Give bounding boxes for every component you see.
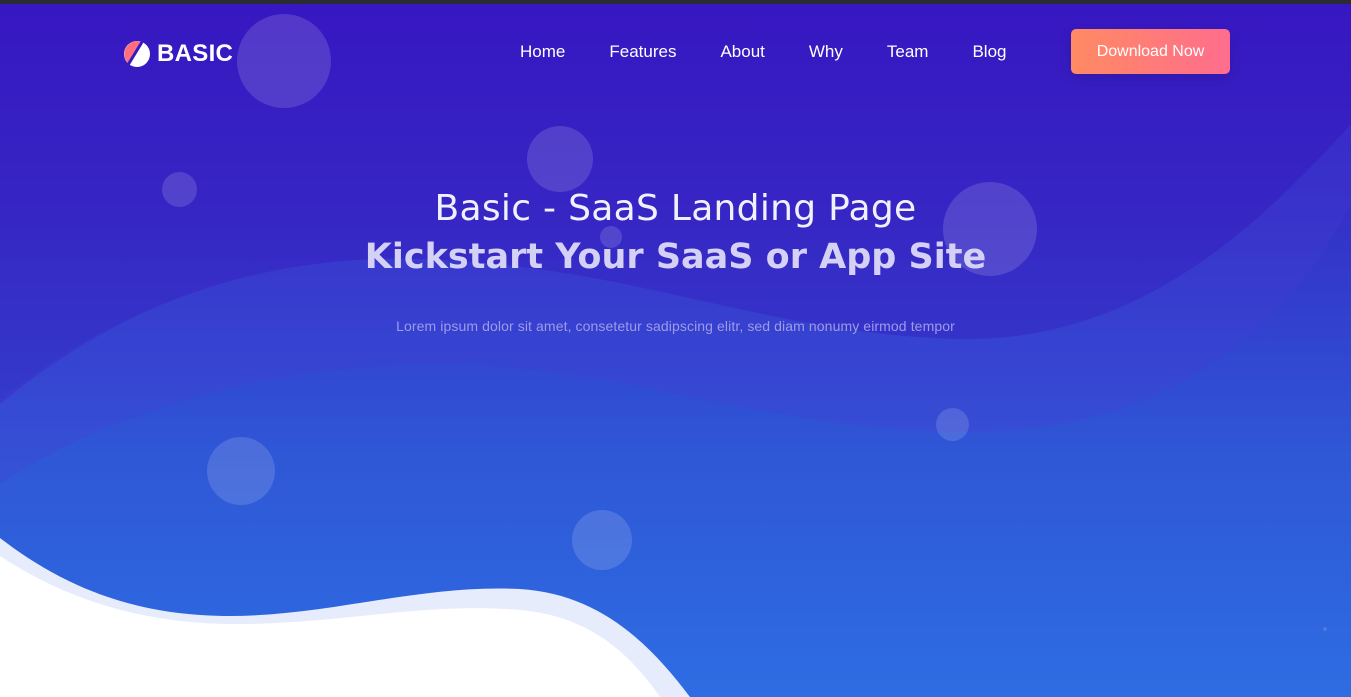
- nav-item-about[interactable]: About: [698, 42, 786, 62]
- navbar: BASIC Home Features About Why Team Blog …: [0, 4, 1351, 104]
- decor-bubble: [527, 126, 593, 192]
- window-top-border: [0, 0, 1351, 4]
- hero-subtitle: Kickstart Your SaaS or App Site: [364, 237, 987, 277]
- nav-item-blog[interactable]: Blog: [950, 42, 1028, 62]
- decor-bubble: [572, 510, 632, 570]
- decor-bubble: [207, 437, 275, 505]
- decor-bubble: [1323, 627, 1327, 631]
- hero-description: Lorem ipsum dolor sit amet, consetetur s…: [396, 318, 955, 334]
- decor-bubble: [936, 408, 969, 441]
- brand-logo[interactable]: BASIC: [123, 39, 233, 69]
- hero-wave-background: [0, 4, 1351, 697]
- nav-item-home[interactable]: Home: [498, 42, 587, 62]
- nav-item-features[interactable]: Features: [587, 42, 698, 62]
- main-nav: Home Features About Why Team Blog: [498, 42, 1029, 62]
- hero-title: Basic - SaaS Landing Page: [434, 188, 917, 229]
- hero-section: BASIC Home Features About Why Team Blog …: [0, 4, 1351, 697]
- nav-item-why[interactable]: Why: [787, 42, 865, 62]
- wave-white-band: [0, 556, 660, 697]
- nav-item-team[interactable]: Team: [865, 42, 951, 62]
- half-circle-logo-icon: [124, 41, 150, 67]
- download-now-button[interactable]: Download Now: [1071, 29, 1230, 74]
- brand-name: BASIC: [157, 40, 234, 67]
- hero-content: Basic - SaaS Landing Page Kickstart Your…: [0, 186, 1351, 334]
